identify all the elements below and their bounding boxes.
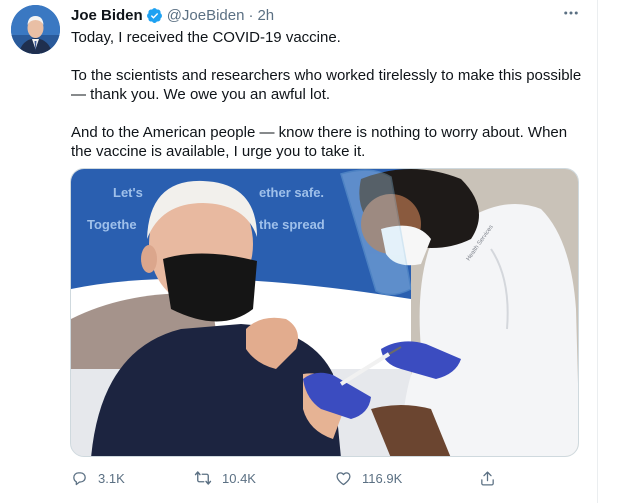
tweet-timestamp[interactable]: 2h <box>257 7 274 24</box>
reply-button[interactable]: 3.1K <box>66 465 125 491</box>
tweet-header: Joe Biden @JoeBiden · 2h <box>71 4 274 26</box>
display-name[interactable]: Joe Biden <box>71 7 143 24</box>
like-count: 116.9K <box>362 470 403 486</box>
banner-text-right-1: ether safe. <box>259 185 324 200</box>
tweet-card[interactable]: Joe Biden @JoeBiden · 2h Today, I receiv… <box>0 0 598 503</box>
header-separator: · <box>248 6 254 24</box>
user-handle[interactable]: @JoeBiden <box>167 7 245 24</box>
vaccination-photo: Let's ether safe. Togethe the spread Hea… <box>71 169 578 456</box>
retweet-count: 10.4K <box>222 470 256 486</box>
tweet-paragraph: And to the American people — know there … <box>71 124 568 160</box>
tweet-paragraph: To the scientists and researchers who wo… <box>71 67 582 103</box>
like-button[interactable]: 116.9K <box>330 465 402 491</box>
tweet-photo[interactable]: Let's ether safe. Togethe the spread Hea… <box>70 168 579 457</box>
retweet-button[interactable]: 10.4K <box>190 465 256 491</box>
tweet-text: Today, I received the COVID-19 vaccine. … <box>71 28 586 161</box>
banner-text-left-2: Togethe <box>87 217 137 232</box>
avatar-portrait <box>11 5 60 54</box>
reply-icon <box>66 465 92 491</box>
share-icon <box>474 465 500 491</box>
reply-count: 3.1K <box>98 470 125 486</box>
more-horizontal-icon[interactable] <box>560 2 582 24</box>
banner-text-right-2: the spread <box>259 217 325 232</box>
verified-badge-icon <box>146 7 163 24</box>
tweet-paragraph: Today, I received the COVID-19 vaccine. <box>71 29 341 46</box>
tweet-actions: 3.1K 10.4K 116.9K <box>62 465 532 491</box>
avatar[interactable] <box>11 5 60 54</box>
banner-text-left-1: Let's <box>113 185 143 200</box>
share-button[interactable] <box>474 465 500 491</box>
retweet-icon <box>190 465 216 491</box>
heart-icon <box>330 465 356 491</box>
